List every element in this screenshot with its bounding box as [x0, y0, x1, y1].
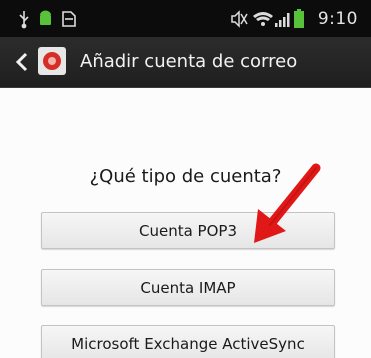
wifi-icon — [253, 12, 273, 26]
android-icon — [40, 10, 51, 25]
chevron-left-icon[interactable] — [12, 51, 34, 73]
account-type-content: ¿Qué tipo de cuenta? Cuenta POP3 Cuenta … — [0, 88, 371, 358]
status-left-icons — [19, 10, 76, 29]
battery-icon — [294, 9, 304, 28]
imap-account-button[interactable]: Cuenta IMAP — [41, 269, 335, 306]
page-title: Añadir cuenta de correo — [80, 51, 298, 72]
usb-icon — [19, 11, 29, 29]
status-bar: 9:10 — [0, 0, 371, 37]
screen: 9:10 Añadir cuenta de correo ¿Qué tipo d… — [0, 0, 371, 358]
mute-icon — [231, 10, 248, 28]
status-time: 9:10 — [317, 9, 358, 29]
exchange-activesync-button[interactable]: Microsoft Exchange ActiveSync — [41, 325, 335, 358]
signal-icon — [275, 13, 290, 27]
red-arrow-icon — [254, 163, 321, 243]
email-app-icon — [38, 47, 66, 75]
action-bar: Añadir cuenta de correo — [0, 37, 371, 88]
sd-card-icon — [62, 11, 76, 27]
